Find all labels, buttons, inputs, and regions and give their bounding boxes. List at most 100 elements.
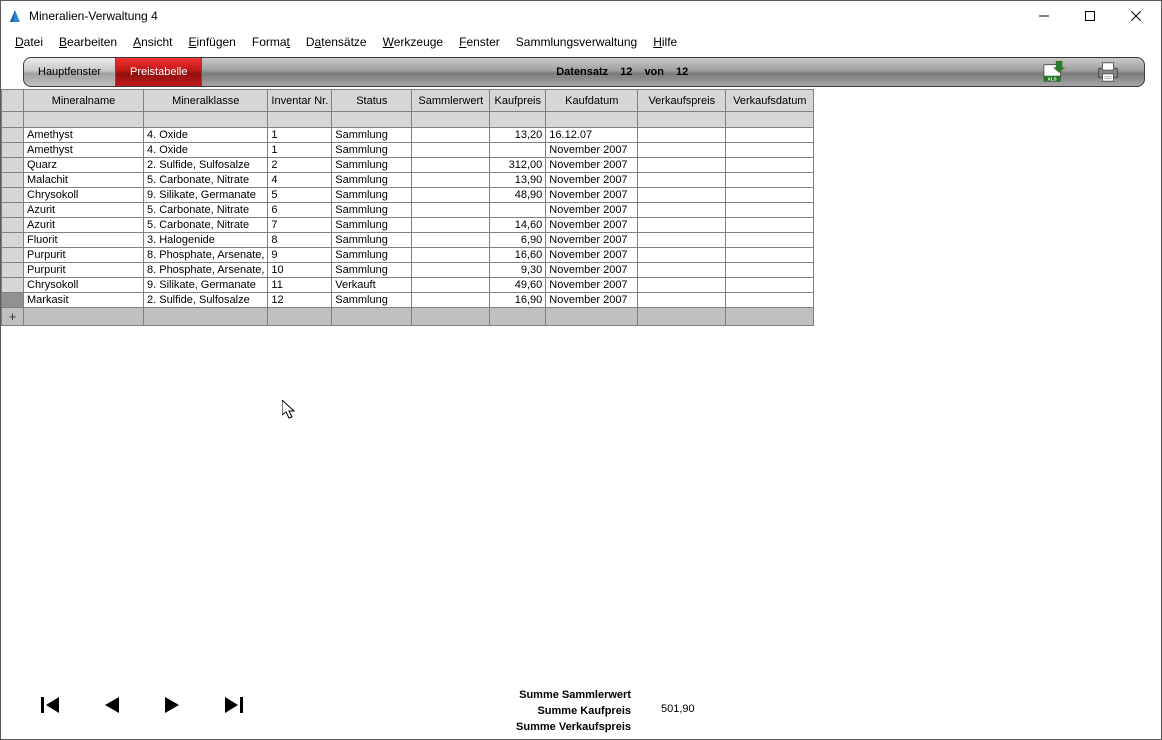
cell-kaufdatum[interactable]: November 2007 (546, 218, 638, 233)
cell-sammlerwert[interactable] (412, 233, 490, 248)
cell-status[interactable]: Verkauft (332, 278, 412, 293)
row-selector[interactable] (2, 158, 24, 173)
cell-mineralklasse[interactable]: 5. Carbonate, Nitrate (144, 218, 268, 233)
cell-kaufpreis[interactable]: 9,30 (490, 263, 546, 278)
cell-kaufdatum[interactable]: November 2007 (546, 173, 638, 188)
row-selector[interactable] (2, 233, 24, 248)
cell-verkaufsdatum[interactable] (726, 173, 814, 188)
row-selector[interactable] (2, 143, 24, 158)
tab-hauptfenster[interactable]: Hauptfenster (24, 58, 116, 86)
cell-sammlerwert[interactable] (412, 203, 490, 218)
cell-kaufpreis[interactable]: 13,90 (490, 173, 546, 188)
cell-sammlerwert[interactable] (412, 263, 490, 278)
cell-inventar[interactable]: 8 (268, 233, 332, 248)
cell-mineralname[interactable]: Chrysokoll (24, 278, 144, 293)
cell-inventar[interactable]: 10 (268, 263, 332, 278)
cell-mineralname[interactable]: Purpurit (24, 248, 144, 263)
cell-mineralklasse[interactable]: 9. Silikate, Germanate (144, 278, 268, 293)
cell-verkaufspreis[interactable] (638, 158, 726, 173)
cell-verkaufsdatum[interactable] (726, 203, 814, 218)
table-row[interactable]: Azurit5. Carbonate, Nitrate6SammlungNove… (2, 203, 814, 218)
menu-werkzeuge[interactable]: Werkzeuge (375, 33, 451, 51)
cell-verkaufsdatum[interactable] (726, 233, 814, 248)
cell-sammlerwert[interactable] (412, 173, 490, 188)
cell-verkaufspreis[interactable] (638, 203, 726, 218)
cell-verkaufspreis[interactable] (638, 278, 726, 293)
cell-kaufdatum[interactable]: November 2007 (546, 203, 638, 218)
cell-mineralklasse[interactable]: 2. Sulfide, Sulfosalze (144, 293, 268, 308)
cell-verkaufspreis[interactable] (638, 263, 726, 278)
cell-verkaufsdatum[interactable] (726, 248, 814, 263)
cell-kaufdatum[interactable]: November 2007 (546, 278, 638, 293)
row-selector[interactable] (2, 218, 24, 233)
menu-sammlungsverwaltung[interactable]: Sammlungsverwaltung (508, 33, 645, 51)
cell-kaufdatum[interactable]: November 2007 (546, 158, 638, 173)
add-row-cell[interactable] (24, 308, 144, 326)
cell-status[interactable]: Sammlung (332, 143, 412, 158)
print-button[interactable] (1096, 60, 1120, 84)
cell-kaufdatum[interactable]: November 2007 (546, 233, 638, 248)
header-status[interactable]: Status (332, 90, 412, 112)
menu-fenster[interactable]: Fenster (451, 33, 508, 51)
cell-verkaufsdatum[interactable] (726, 158, 814, 173)
header-verkaufsdatum[interactable]: Verkaufsdatum (726, 90, 814, 112)
header-inventar[interactable]: Inventar Nr. (268, 90, 332, 112)
cell-sammlerwert[interactable] (412, 218, 490, 233)
cell-kaufpreis[interactable]: 6,90 (490, 233, 546, 248)
cell-verkaufsdatum[interactable] (726, 218, 814, 233)
cell-verkaufsdatum[interactable] (726, 278, 814, 293)
table-row[interactable]: Malachit5. Carbonate, Nitrate4Sammlung13… (2, 173, 814, 188)
cell-mineralklasse[interactable]: 8. Phosphate, Arsenate, (144, 248, 268, 263)
add-row-cell[interactable] (546, 308, 638, 326)
cell-kaufpreis[interactable]: 13,20 (490, 128, 546, 143)
cell-kaufdatum[interactable]: November 2007 (546, 263, 638, 278)
cell-status[interactable]: Sammlung (332, 263, 412, 278)
cell-inventar[interactable]: 11 (268, 278, 332, 293)
cell-mineralklasse[interactable]: 8. Phosphate, Arsenate, (144, 263, 268, 278)
cell-sammlerwert[interactable] (412, 143, 490, 158)
cell-inventar[interactable]: 7 (268, 218, 332, 233)
menu-format[interactable]: Format (244, 33, 298, 51)
menu-hilfe[interactable]: Hilfe (645, 33, 685, 51)
data-grid[interactable]: Mineralname Mineralklasse Inventar Nr. S… (1, 89, 814, 326)
header-kaufdatum[interactable]: Kaufdatum (546, 90, 638, 112)
add-row-cell[interactable] (268, 308, 332, 326)
cell-kaufpreis[interactable]: 49,60 (490, 278, 546, 293)
cell-status[interactable]: Sammlung (332, 293, 412, 308)
export-xls-button[interactable]: XLS (1042, 60, 1066, 84)
header-mineralklasse[interactable]: Mineralklasse (144, 90, 268, 112)
cell-mineralname[interactable]: Amethyst (24, 143, 144, 158)
cell-kaufdatum[interactable]: November 2007 (546, 143, 638, 158)
cell-verkaufsdatum[interactable] (726, 128, 814, 143)
table-row[interactable]: Quarz2. Sulfide, Sulfosalze2Sammlung312,… (2, 158, 814, 173)
header-verkaufspreis[interactable]: Verkaufspreis (638, 90, 726, 112)
table-row[interactable]: Amethyst4. Oxide1Sammlung13,2016.12.07 (2, 128, 814, 143)
table-row[interactable]: Azurit5. Carbonate, Nitrate7Sammlung14,6… (2, 218, 814, 233)
cell-mineralklasse[interactable]: 2. Sulfide, Sulfosalze (144, 158, 268, 173)
minimize-button[interactable] (1021, 1, 1067, 31)
maximize-button[interactable] (1067, 1, 1113, 31)
cell-verkaufsdatum[interactable] (726, 143, 814, 158)
cell-kaufdatum[interactable]: November 2007 (546, 293, 638, 308)
close-button[interactable] (1113, 1, 1159, 31)
cell-mineralname[interactable]: Quarz (24, 158, 144, 173)
cell-inventar[interactable]: 1 (268, 128, 332, 143)
cell-inventar[interactable]: 1 (268, 143, 332, 158)
menu-ansicht[interactable]: Ansicht (125, 33, 180, 51)
cell-sammlerwert[interactable] (412, 248, 490, 263)
table-row[interactable]: Fluorit3. Halogenide8Sammlung6,90Novembe… (2, 233, 814, 248)
add-row-cell[interactable] (144, 308, 268, 326)
nav-prev-button[interactable] (105, 697, 119, 713)
add-row-cell[interactable] (490, 308, 546, 326)
cell-verkaufsdatum[interactable] (726, 293, 814, 308)
menu-datensaetze[interactable]: Datensätze (298, 33, 375, 51)
add-row-cell[interactable] (332, 308, 412, 326)
row-selector[interactable] (2, 203, 24, 218)
add-row-cell[interactable] (638, 308, 726, 326)
cell-status[interactable]: Sammlung (332, 203, 412, 218)
table-row[interactable]: Markasit2. Sulfide, Sulfosalze12Sammlung… (2, 293, 814, 308)
cell-status[interactable]: Sammlung (332, 128, 412, 143)
cell-mineralname[interactable]: Malachit (24, 173, 144, 188)
cell-verkaufspreis[interactable] (638, 143, 726, 158)
tab-preistabelle[interactable]: Preistabelle (116, 58, 202, 86)
